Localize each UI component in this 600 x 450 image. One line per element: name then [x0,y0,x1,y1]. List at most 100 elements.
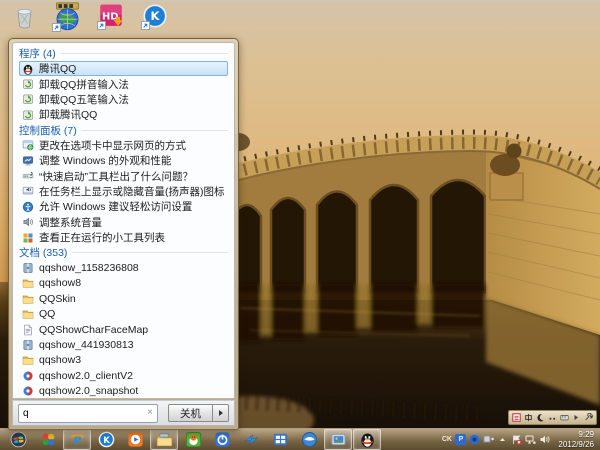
shortcut-arrow-icon [141,21,150,30]
ease-access-icon [22,201,34,213]
ime-mini-icon [483,434,494,445]
expand-icon[interactable] [572,413,581,422]
pps-app[interactable] [208,429,236,450]
ime-letter-label: P [459,436,464,443]
shortcut-arrow-icon [52,23,61,32]
toolbar-question-icon [22,170,34,182]
start-menu-sections: 程序 (4)腾讯QQ卸载QQ拼音输入法卸载QQ五笔输入法卸载腾讯QQ控制面板 (… [12,42,235,399]
list-item[interactable]: 卸载QQ拼音输入法 [19,76,228,91]
thunder-app[interactable] [237,429,265,450]
list-item[interactable]: 查看正在运行的小工具列表 [19,230,228,245]
list-item-label: 卸载QQ五笔输入法 [39,92,129,107]
list-item[interactable]: 调整系统音量 [19,215,228,230]
ime-blue-icon [469,434,480,445]
section-header[interactable]: 程序 (4) [19,46,228,61]
list-item-label: 卸载QQ拼音输入法 [39,77,129,92]
list-item-label: 允许 Windows 建议轻松访问设置 [39,199,192,214]
clear-search-icon[interactable]: × [147,408,153,418]
list-item[interactable]: qqshow_1158236808 [19,260,228,275]
svg-text:K: K [103,436,110,446]
uninstall-icon [22,109,34,121]
list-item-label: 更改在选项卡中显示网页的方式 [39,138,186,153]
list-item-label: “快速启动”工具栏出了什么问题？ [39,169,193,184]
shutdown-button[interactable]: 关机 [168,404,213,422]
k-music-app[interactable]: K [92,429,120,450]
qq-icon [359,431,376,448]
list-item[interactable]: 卸载腾讯QQ [19,107,228,122]
list-item[interactable]: 腾讯QQ [19,61,228,76]
qq-icon [22,63,34,75]
search-box[interactable]: × [18,404,158,423]
list-item[interactable]: QQ [19,306,228,321]
chinese-mode-icon[interactable] [524,413,533,422]
volume-icon [539,434,550,445]
photo-viewer[interactable] [324,429,352,450]
start-menu-bottom-bar: × 关机 [12,400,235,426]
desktop-icon-hd-app[interactable]: HD [97,2,125,30]
hidden-icons-arrow-icon [497,434,508,445]
tray-ime-p[interactable]: P [455,434,466,445]
uninstall-icon [22,78,34,90]
internet-explorer[interactable]: e [63,429,91,450]
language-indicator-label: CK [442,436,452,443]
installer-icon [22,370,34,382]
recycle-bin-icon [11,3,38,30]
section-header[interactable]: 控制面板 (7) [19,123,228,138]
qq-app[interactable] [353,429,381,450]
list-item[interactable]: qqshow2.0_snapshot [19,383,228,398]
clock-time: 9:29 [558,430,594,439]
list-item[interactable]: 卸载QQ五笔输入法 [19,92,228,107]
list-item[interactable]: qqshow_441930813 [19,337,228,352]
section-divider [72,252,228,253]
search-input[interactable] [23,408,123,419]
language-bar[interactable] [508,410,597,425]
tray-lang-indicator[interactable]: CK [441,434,452,445]
pps-icon [214,431,231,448]
list-item[interactable]: “快速启动”工具栏出了什么问题？ [19,168,228,183]
start-button[interactable] [3,429,33,450]
list-item[interactable]: qqshow3 [19,353,228,368]
right-triangle-icon [219,410,223,416]
green-mascot-app[interactable] [179,429,207,450]
taskbar-clock[interactable]: 9:29 2012/9/26 [558,430,594,448]
list-item-label: qqshow_1158236808 [39,262,139,274]
windows-explorer[interactable] [150,429,178,450]
list-item[interactable]: qqshow2.0_clientV2 [19,368,228,383]
desktop: HD K 程序 (4)腾讯QQ卸载QQ拼音输入法卸载QQ五笔输入法卸载腾讯QQ控制… [0,0,600,450]
media-player-app[interactable] [121,429,149,450]
section-header[interactable]: 文档 (353) [19,245,228,260]
list-item[interactable]: qqshow8 [19,276,228,291]
video-player-app[interactable] [266,429,294,450]
list-item[interactable]: QQShowCharFaceMap [19,322,228,337]
tray-hidden-icons-arrow[interactable] [497,434,508,445]
list-item-label: qqshow_441930813 [39,339,134,351]
list-item-label: 查看正在运行的小工具列表 [39,230,165,245]
tray-volume[interactable] [539,434,550,445]
list-item[interactable]: 在任务栏上显示或隐藏音量(扬声器)图标 [19,184,228,199]
settings-icon[interactable] [584,413,593,422]
list-item[interactable]: 允许 Windows 建议轻松访问设置 [19,199,228,214]
qq-whirlwind-app[interactable] [295,429,323,450]
list-item[interactable]: 调整 Windows 的外观和性能 [19,153,228,168]
punctuation-icon[interactable] [548,413,557,422]
uninstall-icon [22,93,34,105]
tray-ime-blue[interactable] [469,434,480,445]
tray-action-center-flag[interactable] [511,434,522,445]
soft-keyboard-icon[interactable] [560,413,569,422]
shutdown-options-arrow[interactable] [213,404,229,422]
desktop-icon-media-globe[interactable] [52,1,83,32]
desktop-icon-recycle-bin[interactable] [11,3,38,30]
fullwidth-moon-icon[interactable] [536,413,545,422]
folder-icon [22,293,34,305]
system-tray: CK P 9:29 2012/9/26 [441,430,598,448]
tabs-display-icon [22,139,34,151]
desktop-icon-k-app[interactable]: K [141,2,169,30]
ime-logo-icon[interactable] [512,413,521,422]
pinwheel-app[interactable] [34,429,62,450]
list-item[interactable]: 更改在选项卡中显示网页的方式 [19,138,228,153]
photo-viewer-icon [330,431,347,448]
list-item[interactable]: QQSkin [19,291,228,306]
tray-network[interactable] [525,434,536,445]
folder-icon [22,277,34,289]
tray-ime-mini[interactable] [483,434,494,445]
